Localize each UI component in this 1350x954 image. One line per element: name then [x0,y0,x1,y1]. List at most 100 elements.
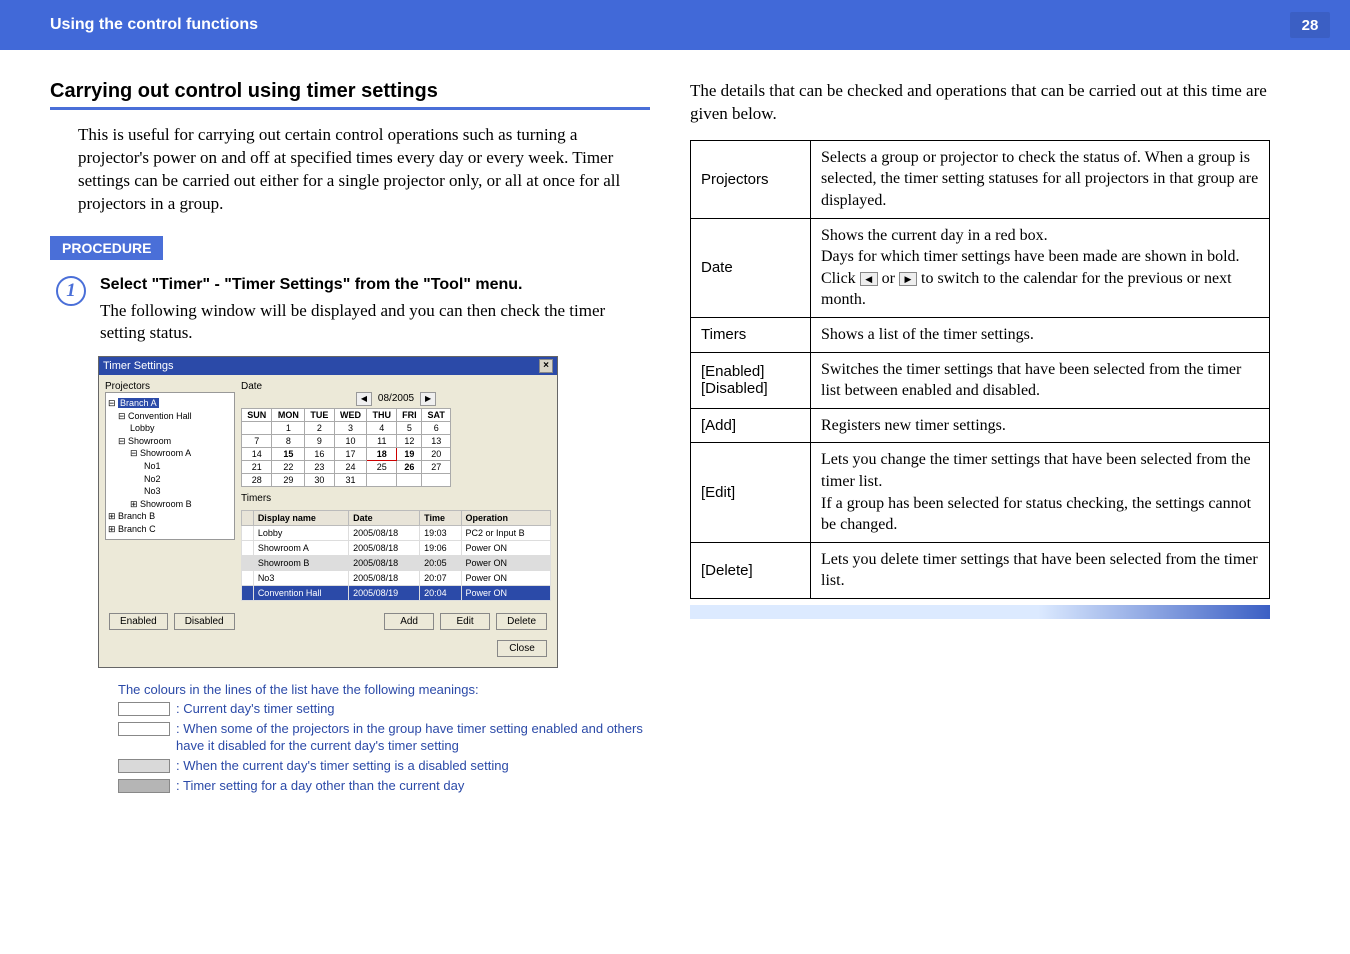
cal-cell[interactable]: 8 [272,434,305,447]
cal-cell[interactable]: 6 [422,421,451,434]
next-month-button[interactable]: ▶ [420,392,436,406]
cal-cell[interactable]: 9 [305,434,334,447]
cal-cell[interactable] [397,473,422,486]
cal-cell[interactable]: 13 [422,434,451,447]
tree-no3[interactable]: No3 [144,486,161,496]
cal-cell[interactable]: 15 [272,447,305,460]
timer-row[interactable]: Showroom B2005/08/1820:05Power ON [242,555,551,570]
step-number: 1 [56,276,86,306]
cal-cell[interactable]: 12 [397,434,422,447]
cal-day: WED [334,408,367,421]
desc-val: Selects a group or projector to check th… [811,140,1270,218]
cal-cell[interactable]: 29 [272,473,305,486]
cal-cell[interactable] [422,473,451,486]
cal-day: FRI [397,408,422,421]
step-title: Select "Timer" - "Timer Settings" from t… [100,276,650,294]
cal-cell[interactable]: 30 [305,473,334,486]
desc-val: Lets you delete timer settings that have… [811,542,1270,598]
tree-showroom-b[interactable]: Showroom B [140,499,192,509]
add-button[interactable]: Add [384,613,434,630]
continue-indicator [690,605,1270,619]
legend-text-3: : When the current day's timer setting i… [174,758,509,775]
cal-cell[interactable]: 16 [305,447,334,460]
cal-day: MON [272,408,305,421]
desc-val: Lets you change the timer settings that … [811,443,1270,542]
cal-cell[interactable]: 28 [242,473,272,486]
legend-text-1: : Current day's timer setting [174,701,335,718]
desc-key: Projectors [691,140,811,218]
cal-cell[interactable] [367,473,397,486]
delete-button[interactable]: Delete [496,613,547,630]
cal-cell[interactable]: 4 [367,421,397,434]
cal-day: THU [367,408,397,421]
swatch-disabled [118,759,170,773]
window-title: Timer Settings [103,360,174,372]
cal-cell[interactable]: 18 [367,447,397,460]
close-button[interactable]: Close [497,640,547,657]
cal-cell[interactable]: 24 [334,460,367,473]
th-time: Time [420,510,461,525]
cal-cell[interactable]: 31 [334,473,367,486]
legend-intro: The colours in the lines of the list hav… [118,682,650,697]
tree-no1[interactable]: No1 [144,461,161,471]
cal-day: SUN [242,408,272,421]
projectors-label: Projectors [105,381,235,392]
cal-cell[interactable]: 23 [305,460,334,473]
timers-table[interactable]: Display name Date Time Operation Lobby20… [241,510,551,601]
cal-cell[interactable]: 3 [334,421,367,434]
cal-cell[interactable]: 10 [334,434,367,447]
page-number: 28 [1290,12,1330,38]
tree-showroom[interactable]: Showroom [128,436,171,446]
header-bar: Using the control functions 28 [0,0,1350,50]
disabled-button[interactable]: Disabled [174,613,235,630]
cal-cell[interactable]: 11 [367,434,397,447]
step-paragraph: The following window will be displayed a… [100,300,650,344]
desc-val: Registers new timer settings. [811,408,1270,443]
cal-cell[interactable]: 7 [242,434,272,447]
cal-cell[interactable]: 26 [397,460,422,473]
cal-cell[interactable]: 21 [242,460,272,473]
cal-cell[interactable]: 25 [367,460,397,473]
right-intro: The details that can be checked and oper… [690,80,1270,126]
tree-branch-a[interactable]: Branch A [118,398,159,408]
timer-row[interactable]: Lobby2005/08/1819:03PC2 or Input B [242,525,551,540]
th-op: Operation [461,510,550,525]
tree-branch-b[interactable]: Branch B [118,511,155,521]
edit-button[interactable]: Edit [440,613,490,630]
timer-row-selected[interactable]: Convention Hall2005/08/1920:04Power ON [242,585,551,600]
tree-lobby[interactable]: Lobby [130,423,155,433]
desc-val: Shows a list of the timer settings. [811,318,1270,353]
tree-branch-c[interactable]: Branch C [118,524,156,534]
right-arrow-icon: ▶ [899,272,917,286]
projectors-tree[interactable]: ⊟ Branch A ⊟ Convention Hall Lobby ⊟ Sho… [105,392,235,541]
th-icon [242,510,254,525]
tree-conv-hall[interactable]: Convention Hall [128,411,192,421]
header-title: Using the control functions [50,16,258,34]
close-icon[interactable]: × [539,359,553,373]
desc-key: [Add] [691,408,811,443]
calendar[interactable]: SUN MON TUE WED THU FRI SAT 1 [241,408,451,487]
cal-cell[interactable]: 27 [422,460,451,473]
prev-month-button[interactable]: ◀ [356,392,372,406]
tree-no2[interactable]: No2 [144,474,161,484]
section-title: Carrying out control using timer setting… [50,80,650,110]
swatch-other [118,779,170,793]
timers-label: Timers [241,493,551,504]
cal-cell[interactable]: 2 [305,421,334,434]
cal-cell[interactable]: 17 [334,447,367,460]
timer-row[interactable]: Showroom A2005/08/1819:06Power ON [242,540,551,555]
cal-cell[interactable]: 20 [422,447,451,460]
enabled-button[interactable]: Enabled [109,613,168,630]
timer-settings-window: Timer Settings × Projectors ⊟ Branch A ⊟… [98,356,558,668]
cal-cell[interactable]: 1 [272,421,305,434]
window-titlebar: Timer Settings × [99,357,557,375]
cal-cell[interactable] [242,421,272,434]
tree-showroom-a[interactable]: Showroom A [140,448,191,458]
timer-row[interactable]: No32005/08/1820:07Power ON [242,570,551,585]
cal-cell[interactable]: 22 [272,460,305,473]
cal-cell[interactable]: 14 [242,447,272,460]
cal-cell[interactable]: 5 [397,421,422,434]
legend-text-2: : When some of the projectors in the gro… [174,721,650,755]
cal-cell[interactable]: 19 [397,447,422,460]
th-date: Date [349,510,420,525]
